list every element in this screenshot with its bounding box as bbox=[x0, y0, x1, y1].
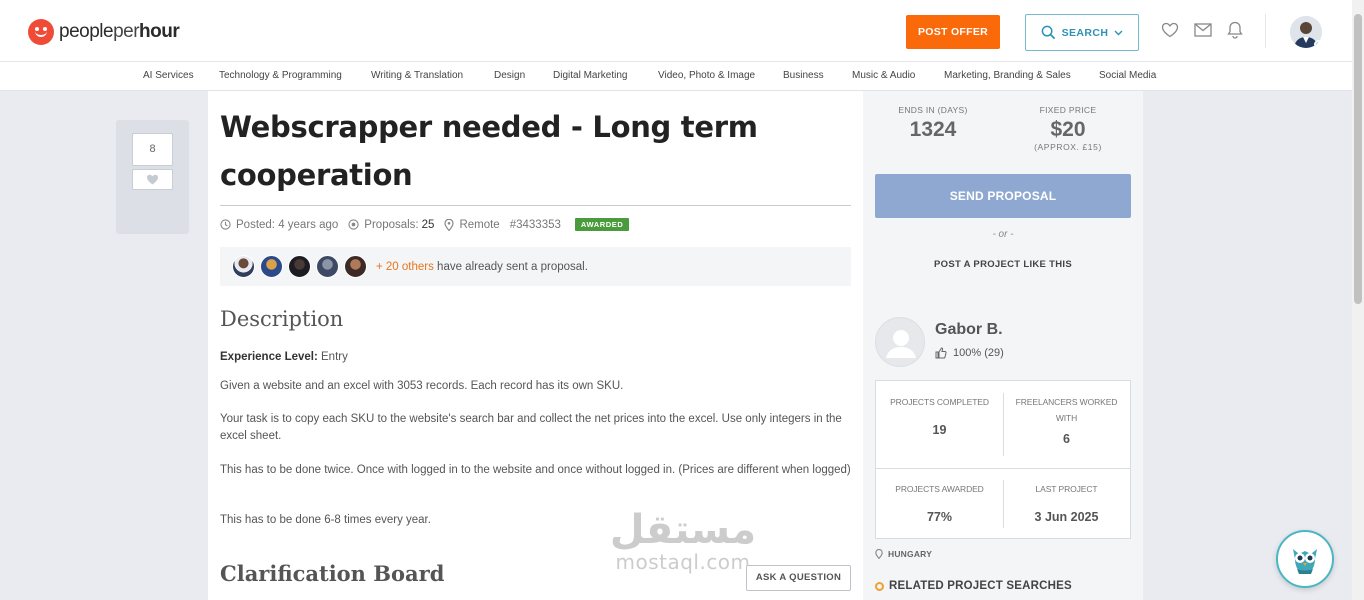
proposer-avatar[interactable] bbox=[344, 255, 367, 278]
category-nav: AI Services Technology & Programming Wri… bbox=[0, 62, 1352, 91]
buyer-rating: 100% (29) bbox=[935, 347, 1004, 359]
watermark-latin: mostaql.com bbox=[615, 550, 751, 574]
scrollbar-thumb[interactable] bbox=[1354, 14, 1362, 304]
ends-in-label: ENDS IN (DAYS) bbox=[898, 105, 968, 115]
buyer-stats: PROJECTS COMPLETED 19 FREELANCERS WORKED… bbox=[875, 380, 1131, 539]
heart-icon[interactable] bbox=[1160, 20, 1180, 40]
post-similar-project-link[interactable]: POST A PROJECT LIKE THIS bbox=[863, 259, 1143, 270]
price-label: FIXED PRICE bbox=[1039, 105, 1097, 115]
chat-assistant-button[interactable] bbox=[1276, 530, 1334, 588]
proposers-text: + 20 others have already sent a proposal… bbox=[376, 260, 588, 273]
or-separator: - or - bbox=[992, 229, 1014, 240]
target-icon bbox=[348, 219, 359, 230]
top-navbar: peopleperhour POST OFFER SEARCH bbox=[0, 0, 1352, 62]
category-technology-programming[interactable]: Technology & Programming bbox=[219, 70, 342, 81]
description-paragraph: Given a website and an excel with 3053 r… bbox=[220, 380, 624, 392]
buyer-name[interactable]: Gabor B. bbox=[935, 321, 1003, 339]
logo[interactable]: peopleperhour bbox=[28, 19, 180, 45]
send-proposal-button[interactable]: SEND PROPOSAL bbox=[875, 174, 1131, 218]
stat-projects-awarded: PROJECTS AWARDED 77% bbox=[895, 484, 984, 524]
user-avatar[interactable] bbox=[1290, 16, 1322, 48]
proposals-meta: Proposals: 25 bbox=[348, 219, 434, 231]
category-music-audio[interactable]: Music & Audio bbox=[852, 70, 915, 81]
mail-icon[interactable] bbox=[1193, 20, 1213, 40]
category-design[interactable]: Design bbox=[494, 70, 525, 81]
online-status-dot bbox=[1314, 40, 1322, 48]
buyer-country: HUNGARY bbox=[875, 549, 932, 559]
bell-icon[interactable] bbox=[1225, 20, 1245, 40]
watermark: مستقل mostaql.com bbox=[603, 509, 763, 573]
status-badge: AWARDED bbox=[574, 218, 630, 231]
stat-last-project: LAST PROJECT 3 Jun 2025 bbox=[1034, 484, 1099, 524]
others-link[interactable]: + 20 others bbox=[376, 261, 434, 273]
description-paragraph: Your task is to copy each SKU to the web… bbox=[220, 413, 842, 442]
search-label: SEARCH bbox=[1061, 26, 1109, 39]
proposer-avatar[interactable] bbox=[288, 255, 311, 278]
category-social-media[interactable]: Social Media bbox=[1099, 70, 1156, 81]
posted-meta: Posted: 4 years ago bbox=[220, 219, 338, 231]
stat-projects-completed: PROJECTS COMPLETED 19 bbox=[890, 397, 989, 437]
description-paragraph: This has to be done twice. Once with log… bbox=[220, 464, 851, 476]
proposers-strip: + 20 others have already sent a proposal… bbox=[220, 247, 851, 286]
project-main: Webscrapper needed - Long term cooperati… bbox=[208, 91, 863, 600]
page-title: Webscrapper needed - Long term cooperati… bbox=[220, 110, 758, 192]
favourite-button[interactable] bbox=[132, 169, 173, 190]
ask-question-button[interactable]: ASK A QUESTION bbox=[746, 565, 851, 591]
vote-panel: 8 bbox=[116, 120, 189, 234]
proposer-avatar[interactable] bbox=[316, 255, 339, 278]
price-approx: (APPROX. £15) bbox=[1034, 142, 1102, 152]
experience-level: Experience Level: Entry bbox=[220, 351, 348, 363]
related-searches-heading: RELATED PROJECT SEARCHES bbox=[875, 580, 1072, 592]
owl-mascot-icon bbox=[1293, 549, 1317, 574]
location-pin-icon bbox=[444, 218, 455, 231]
category-business[interactable]: Business bbox=[783, 70, 824, 81]
category-digital-marketing[interactable]: Digital Marketing bbox=[553, 70, 627, 81]
project-meta: Posted: 4 years ago Proposals: 25 Remote … bbox=[220, 218, 630, 231]
location-meta: Remote bbox=[444, 218, 500, 231]
buyer-avatar[interactable] bbox=[875, 317, 925, 367]
thumbs-up-icon bbox=[935, 347, 947, 359]
chevron-down-icon bbox=[1114, 30, 1123, 35]
project-sidebar: ENDS IN (DAYS) 1324 FIXED PRICE $20 (APP… bbox=[863, 91, 1143, 600]
heart-icon bbox=[147, 174, 158, 185]
vote-count: 8 bbox=[132, 133, 173, 166]
circle-icon bbox=[875, 581, 884, 591]
clock-icon bbox=[220, 219, 231, 230]
category-video-photo-image[interactable]: Video, Photo & Image bbox=[658, 70, 755, 81]
search-icon bbox=[1041, 25, 1055, 40]
clarification-heading: Clarification Board bbox=[220, 561, 445, 586]
price-block: FIXED PRICE $20 (APPROX. £15) bbox=[1018, 105, 1118, 152]
title-divider bbox=[220, 205, 851, 206]
post-offer-button[interactable]: POST OFFER bbox=[906, 15, 1000, 49]
proposer-avatar[interactable] bbox=[260, 255, 283, 278]
ends-in-value: 1324 bbox=[909, 118, 957, 141]
page-scrollbar[interactable] bbox=[1352, 0, 1364, 600]
stat-freelancers-worked-with: FREELANCERS WORKED WITH 6 bbox=[1015, 397, 1118, 446]
logo-icon bbox=[28, 19, 54, 45]
nav-divider bbox=[1265, 14, 1266, 48]
watermark-arabic: مستقل bbox=[609, 507, 757, 553]
search-button[interactable]: SEARCH bbox=[1025, 14, 1139, 51]
ends-in-block: ENDS IN (DAYS) 1324 bbox=[883, 105, 983, 142]
proposals-count: 25 bbox=[421, 218, 435, 231]
category-writing-translation[interactable]: Writing & Translation bbox=[371, 70, 463, 81]
logo-text: peopleperhour bbox=[59, 21, 180, 42]
category-ai-services[interactable]: AI Services bbox=[143, 70, 194, 81]
project-id: #3433353 bbox=[509, 218, 561, 231]
proposer-avatar[interactable] bbox=[232, 255, 255, 278]
category-marketing-branding-sales[interactable]: Marketing, Branding & Sales bbox=[944, 70, 1071, 81]
location-pin-icon bbox=[875, 549, 883, 559]
price-value: $20 bbox=[1050, 118, 1086, 141]
description-heading: Description bbox=[220, 307, 344, 331]
